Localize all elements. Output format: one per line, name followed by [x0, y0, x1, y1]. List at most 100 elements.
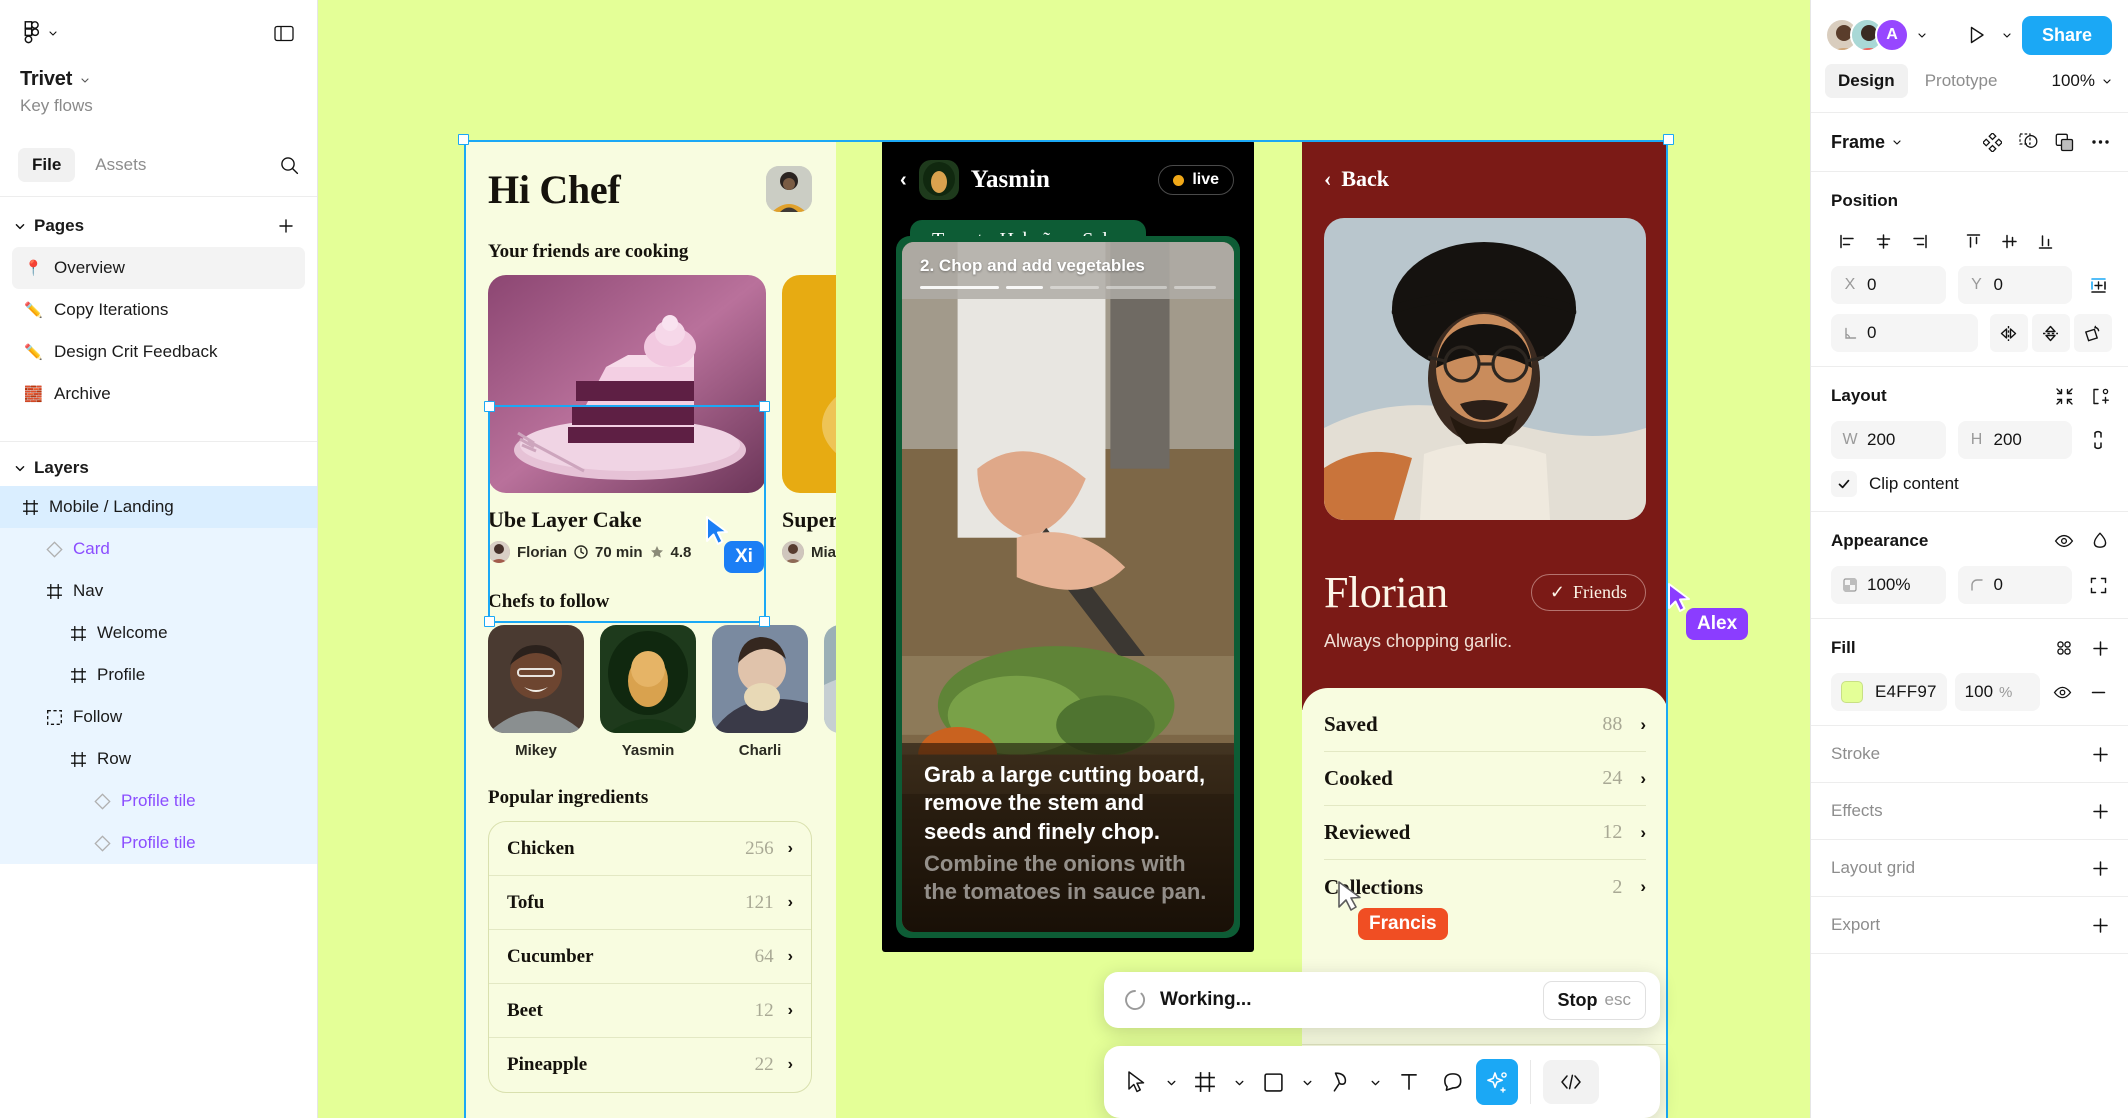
collaborator-avatars[interactable]: A	[1825, 18, 1927, 52]
layer-follow[interactable]: Follow	[0, 696, 317, 738]
layer-profile-tile-1[interactable]: Profile tile	[0, 780, 317, 822]
chevron-down-icon[interactable]	[1917, 30, 1927, 40]
pen-tool-caret[interactable]	[1364, 1059, 1386, 1105]
ingredient-row[interactable]: Chicken 256 ›	[489, 822, 811, 876]
duplicate-button[interactable]	[2052, 130, 2076, 154]
profile-row-cooked[interactable]: Cooked 24 ›	[1324, 752, 1646, 806]
chevron-down-icon[interactable]	[14, 462, 26, 474]
frame-tool-button[interactable]	[1184, 1059, 1226, 1105]
profile-row-saved[interactable]: Saved 88 ›	[1324, 698, 1646, 752]
file-name-row[interactable]: Trivet	[20, 68, 297, 91]
align-horizontal-center-button[interactable]	[1867, 226, 1899, 256]
layer-profile[interactable]: Profile	[0, 654, 317, 696]
avatar[interactable]	[918, 160, 959, 200]
shape-tool-button[interactable]	[1252, 1059, 1294, 1105]
search-button[interactable]	[275, 151, 303, 179]
layer-nav[interactable]: Nav	[0, 570, 317, 612]
ingredient-row[interactable]: Tofu 121 ›	[489, 876, 811, 930]
comment-tool-button[interactable]	[1432, 1059, 1474, 1105]
pen-tool-button[interactable]	[1320, 1059, 1362, 1105]
phone-landing-frame[interactable]: Hi Chef Your friends are cooking Ube Lay…	[464, 140, 836, 1118]
width-field[interactable]: W 200	[1831, 421, 1946, 459]
avatar-initial[interactable]: A	[1875, 18, 1909, 52]
layer-card[interactable]: Card	[0, 528, 317, 570]
add-export-button[interactable]	[2088, 913, 2112, 937]
fill-opacity-field[interactable]: 100 %	[1954, 673, 2040, 711]
more-options-button[interactable]	[2088, 130, 2112, 154]
design-canvas[interactable]: Hi Chef Your friends are cooking Ube Lay…	[318, 0, 1810, 1118]
layer-mobile-landing[interactable]: Mobile / Landing	[0, 486, 317, 528]
fill-styles-button[interactable]	[2052, 636, 2076, 660]
chef-tile-charli[interactable]: Charli	[712, 625, 808, 759]
recipe-card-ube[interactable]: Ube Layer Cake Florian 70 min 4.8	[488, 275, 766, 563]
create-component-button[interactable]	[1980, 130, 2004, 154]
frame-resize-handle-tr[interactable]	[1663, 134, 1674, 145]
profile-row-reviewed[interactable]: Reviewed 12 ›	[1324, 806, 1646, 860]
add-layout-grid-button[interactable]	[2088, 856, 2112, 880]
page-item-overview[interactable]: 📍 Overview	[12, 247, 305, 289]
corner-radius-field[interactable]: 0	[1957, 566, 2072, 604]
ingredient-row[interactable]: Pineapple 22 ›	[489, 1038, 811, 1092]
share-button[interactable]: Share	[2021, 15, 2112, 55]
chef-tile-evan[interactable]: Evan	[824, 625, 836, 759]
tab-design[interactable]: Design	[1825, 64, 1908, 98]
align-bottom-button[interactable]	[2029, 226, 2061, 256]
avatar[interactable]	[766, 166, 812, 212]
stop-button[interactable]: Stop esc	[1542, 980, 1646, 1020]
tab-assets[interactable]: Assets	[81, 148, 160, 182]
fill-visibility-button[interactable]	[2048, 678, 2076, 706]
add-fill-button[interactable]	[2088, 636, 2112, 660]
back-button[interactable]: ‹ Back	[1302, 140, 1668, 192]
present-button[interactable]	[1962, 20, 1992, 50]
ingredient-row[interactable]: Beet 12 ›	[489, 984, 811, 1038]
tab-prototype[interactable]: Prototype	[1912, 64, 2011, 98]
lock-aspect-ratio-button[interactable]	[2084, 426, 2112, 454]
recipe-image[interactable]	[488, 275, 766, 493]
ai-tool-button[interactable]	[1476, 1059, 1518, 1105]
add-stroke-button[interactable]	[2088, 742, 2112, 766]
remove-fill-button[interactable]	[2084, 678, 2112, 706]
layer-profile-tile-2[interactable]: Profile tile	[0, 822, 317, 864]
align-top-button[interactable]	[1957, 226, 1989, 256]
toggle-panel-button[interactable]	[271, 20, 297, 46]
move-tool-button[interactable]	[1116, 1059, 1158, 1105]
rotate-button[interactable]	[2073, 314, 2113, 352]
frame-tool-caret[interactable]	[1228, 1059, 1250, 1105]
profile-row-collections[interactable]: Collections 2 ›	[1324, 860, 1646, 914]
chef-tile-yasmin[interactable]: Yasmin	[600, 625, 696, 759]
layer-welcome[interactable]: Welcome	[0, 612, 317, 654]
recipe-card-super[interactable]: Super Mia	[782, 275, 836, 563]
selection-type-dropdown[interactable]: Frame	[1831, 132, 1902, 153]
clip-content-toggle[interactable]: Clip content	[1831, 471, 2112, 497]
layer-row[interactable]: Row	[0, 738, 317, 780]
page-item-copy-iterations[interactable]: ✏️ Copy Iterations	[12, 289, 305, 331]
toggle-visibility-button[interactable]	[2052, 529, 2076, 553]
add-page-button[interactable]	[273, 213, 299, 239]
chevron-left-icon[interactable]: ‹	[900, 170, 907, 190]
y-field[interactable]: Y 0	[1957, 266, 2072, 304]
align-vertical-center-button[interactable]	[1993, 226, 2025, 256]
recipe-image[interactable]	[782, 275, 836, 493]
opacity-field[interactable]: 100%	[1831, 566, 1946, 604]
page-item-archive[interactable]: 🧱 Archive	[12, 373, 305, 415]
flip-horizontal-button[interactable]	[1989, 314, 2028, 352]
x-field[interactable]: X 0	[1831, 266, 1946, 304]
constraints-button[interactable]	[2084, 271, 2112, 299]
dev-mode-button[interactable]	[1543, 1060, 1599, 1104]
page-item-design-crit-feedback[interactable]: ✏️ Design Crit Feedback	[12, 331, 305, 373]
friends-button[interactable]: ✓ Friends	[1530, 574, 1646, 611]
chevron-down-icon[interactable]	[2002, 30, 2012, 40]
fill-color-field[interactable]: E4FF97	[1831, 673, 1947, 711]
resize-to-fit-button[interactable]	[2052, 384, 2076, 408]
independent-corners-button[interactable]	[2084, 571, 2112, 599]
phone-live-frame[interactable]: ‹ Yasmin live Tomato-Habañero Sal	[882, 140, 1254, 952]
flip-vertical-button[interactable]	[2031, 314, 2070, 352]
align-right-button[interactable]	[1903, 226, 1935, 256]
chevron-down-icon[interactable]	[14, 220, 26, 232]
shape-tool-caret[interactable]	[1296, 1059, 1318, 1105]
frame-resize-handle-tl[interactable]	[458, 134, 469, 145]
zoom-control[interactable]: 100%	[2052, 71, 2112, 91]
tab-file[interactable]: File	[18, 148, 76, 182]
rotation-field[interactable]: 0	[1831, 314, 1978, 352]
figma-home-button[interactable]	[20, 18, 62, 48]
